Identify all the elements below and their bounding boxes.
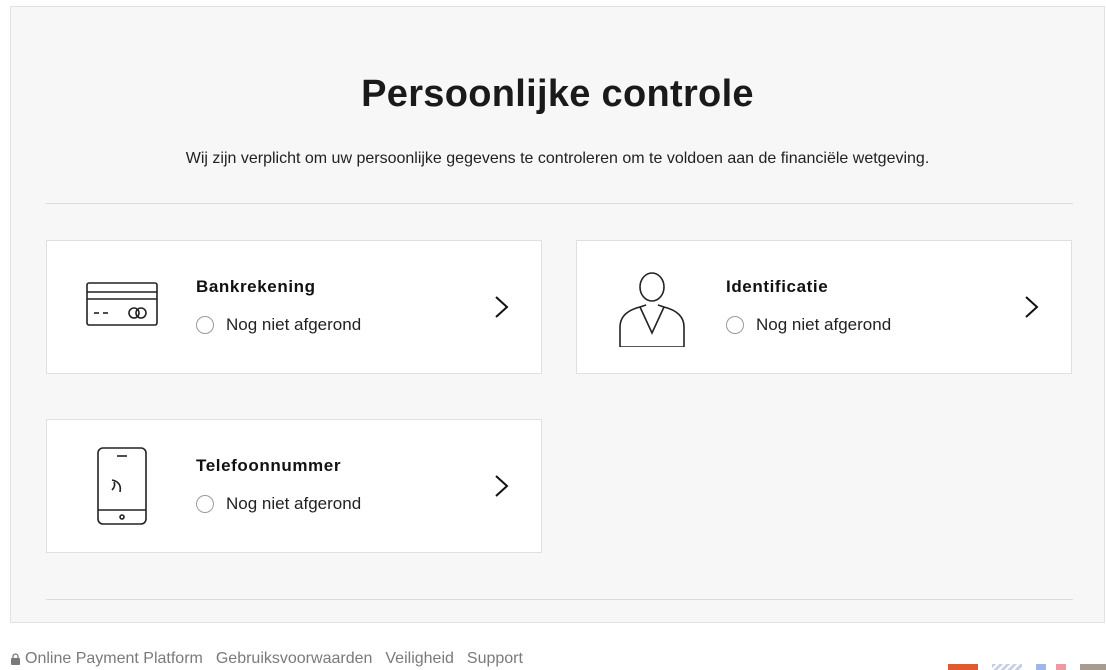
- card-identification[interactable]: Identificatie Nog niet afgerond: [576, 240, 1072, 374]
- footer-link-support[interactable]: Support: [467, 650, 523, 668]
- card-phone-number[interactable]: Telefoonnummer Nog niet afgerond: [46, 419, 542, 553]
- card-title: Identificatie: [726, 277, 829, 296]
- credit-card-icon: [86, 282, 158, 326]
- card-bank-account[interactable]: Bankrekening Nog niet afgerond: [46, 240, 542, 374]
- language-selector: [948, 664, 1106, 670]
- status-text: Nog niet afgerond: [756, 315, 892, 334]
- chevron-right-icon: [495, 475, 509, 497]
- footer-link-security[interactable]: Veiligheid: [385, 650, 454, 668]
- flag-france-icon[interactable]: [1036, 664, 1066, 670]
- lock-icon: [11, 653, 20, 665]
- card-status: Nog niet afgerond: [726, 315, 891, 335]
- page-title: Persoonlijke controle: [361, 73, 754, 115]
- verification-panel: Persoonlijke controle Wij zijn verplicht…: [10, 6, 1105, 623]
- phone-icon: [97, 447, 147, 525]
- flag-netherlands-icon[interactable]: [948, 664, 978, 670]
- chevron-right-icon: [1025, 296, 1039, 318]
- page-subtitle: Wij zijn verplicht om uw persoonlijke ge…: [185, 150, 930, 167]
- status-radio-icon: [196, 316, 214, 334]
- footer-link-terms[interactable]: Gebruiksvoorwaarden: [216, 650, 373, 668]
- footer-link-platform[interactable]: Online Payment Platform: [25, 650, 203, 668]
- card-title: Bankrekening: [196, 277, 316, 296]
- status-text: Nog niet afgerond: [226, 494, 362, 513]
- status-radio-icon: [196, 495, 214, 513]
- flag-uk-icon[interactable]: [992, 664, 1022, 670]
- top-divider: [46, 203, 1073, 204]
- chevron-right-icon: [495, 296, 509, 318]
- status-text: Nog niet afgerond: [226, 315, 362, 334]
- footer: Online Payment Platform Gebruiksvoorwaar…: [10, 650, 536, 668]
- card-status: Nog niet afgerond: [196, 315, 361, 335]
- bottom-divider: [46, 599, 1073, 600]
- flag-germany-icon[interactable]: [1080, 664, 1106, 670]
- status-radio-icon: [726, 316, 744, 334]
- person-icon: [619, 272, 685, 347]
- card-title: Telefoonnummer: [196, 456, 342, 475]
- card-status: Nog niet afgerond: [196, 494, 361, 514]
